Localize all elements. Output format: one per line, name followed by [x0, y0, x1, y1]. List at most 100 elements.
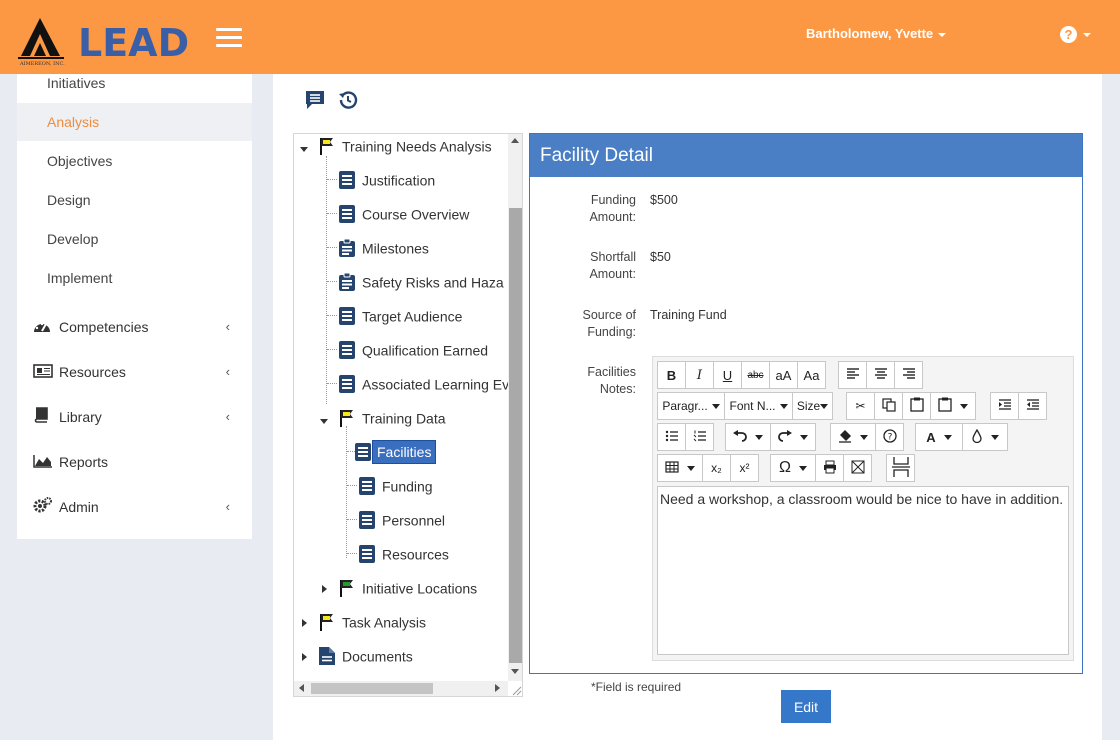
subscript-button[interactable]: x₂: [702, 454, 731, 482]
special-characters-dropdown[interactable]: Ω: [770, 454, 816, 482]
tree-item-facilities[interactable]: Facilities: [354, 438, 437, 465]
dashboard-icon: [33, 309, 53, 347]
tree-item-funding[interactable]: Funding: [358, 472, 433, 498]
scroll-thumb[interactable]: [311, 683, 433, 694]
scroll-down-arrow-icon[interactable]: [511, 669, 519, 674]
scroll-up-arrow-icon[interactable]: [511, 138, 519, 143]
scroll-left-arrow-icon[interactable]: [299, 684, 304, 692]
sidebar-item-initiatives[interactable]: Initiatives: [17, 64, 252, 102]
align-center-button[interactable]: [866, 361, 895, 389]
cut-button[interactable]: ✂: [846, 392, 875, 420]
source-of-funding-value: Training Fund: [650, 308, 727, 322]
sidebar-item-resources[interactable]: Resources ‹: [17, 353, 252, 391]
background-color-dropdown[interactable]: [962, 423, 1008, 451]
font-name-select[interactable]: Font N...: [724, 392, 793, 420]
underline-button[interactable]: U: [713, 361, 742, 389]
edit-button[interactable]: Edit: [781, 690, 831, 723]
font-size-select[interactable]: Size: [792, 392, 833, 420]
sidebar-item-design[interactable]: Design: [17, 181, 252, 219]
newspaper-icon: [33, 354, 53, 392]
tree-item-training-data[interactable]: Training Data: [338, 404, 446, 430]
tree-item-resources[interactable]: Resources: [358, 540, 449, 566]
redo-dropdown[interactable]: [770, 423, 816, 451]
redo-icon: [778, 429, 792, 445]
paste-button[interactable]: [902, 392, 931, 420]
align-right-button[interactable]: [894, 361, 923, 389]
paste-special-dropdown[interactable]: [930, 392, 976, 420]
collapse-toggle-icon[interactable]: [320, 419, 328, 424]
bulleted-list-button[interactable]: [657, 423, 686, 451]
indent-button[interactable]: [990, 392, 1019, 420]
chevron-left-icon: ‹: [225, 364, 230, 379]
bold-button[interactable]: B: [657, 361, 686, 389]
tree-horizontal-scrollbar[interactable]: [294, 681, 508, 696]
insert-table-dropdown[interactable]: [657, 454, 703, 482]
document-list-icon: [358, 544, 376, 564]
tree-item-safety-risks[interactable]: Safety Risks and Haza: [338, 268, 504, 294]
numbered-list-button[interactable]: [685, 423, 714, 451]
shortfall-amount-label: Shortfall Amount:: [589, 250, 636, 281]
sidebar-item-admin[interactable]: Admin ‹: [17, 488, 252, 526]
outdent-button[interactable]: [1018, 392, 1047, 420]
italic-button[interactable]: I: [685, 361, 714, 389]
tree-item-target-audience[interactable]: Target Audience: [338, 302, 462, 328]
page-break-button[interactable]: [886, 454, 915, 482]
toggle-case-button[interactable]: aA: [769, 361, 798, 389]
fullscreen-button[interactable]: [843, 454, 872, 482]
paragraph-format-select[interactable]: Paragr...: [657, 392, 725, 420]
hamburger-icon: [216, 28, 242, 31]
resize-grip-icon[interactable]: [511, 683, 522, 696]
undo-dropdown[interactable]: [725, 423, 771, 451]
expand-toggle-icon[interactable]: [302, 619, 307, 627]
sidebar-item-library[interactable]: Library ‹: [17, 398, 252, 436]
tree-item-justification[interactable]: Justification: [338, 166, 435, 192]
lead-logo[interactable]: LEAD AIMEREON, INC.: [18, 12, 198, 68]
paste-icon: [938, 397, 952, 415]
tree-item-personnel[interactable]: Personnel: [358, 506, 445, 532]
sidebar-item-objectives[interactable]: Objectives: [17, 142, 252, 180]
scroll-thumb[interactable]: [509, 208, 522, 663]
expand-toggle-icon[interactable]: [322, 585, 327, 593]
copy-button[interactable]: [874, 392, 903, 420]
print-icon: [823, 460, 837, 477]
scroll-right-arrow-icon[interactable]: [495, 684, 500, 692]
tree-item-qualification-earned[interactable]: Qualification Earned: [338, 336, 488, 362]
user-name: Bartholomew, Yvette: [806, 26, 934, 41]
tree-item-initiative-locations[interactable]: Initiative Locations: [338, 574, 477, 600]
align-left-button[interactable]: [838, 361, 867, 389]
tree-item-course-overview[interactable]: Course Overview: [338, 200, 469, 226]
align-right-icon: [902, 367, 916, 383]
help-button[interactable]: ?: [875, 423, 904, 451]
print-button[interactable]: [815, 454, 844, 482]
help-menu[interactable]: ?: [1060, 26, 1091, 43]
history-icon[interactable]: [337, 89, 359, 114]
tree-item-associated-learning[interactable]: Associated Learning Ev: [338, 370, 509, 396]
tree-item-training-needs-analysis[interactable]: Training Needs Analysis: [318, 134, 492, 158]
document-list-icon: [338, 340, 356, 360]
tree-vertical-scrollbar[interactable]: [508, 134, 522, 681]
comment-list-icon[interactable]: [305, 90, 325, 113]
tree-item-documents[interactable]: Documents: [318, 642, 413, 668]
superscript-button[interactable]: x²: [730, 454, 759, 482]
analysis-tree[interactable]: Training Needs Analysis Justification Co…: [293, 133, 523, 697]
sidebar-item-develop[interactable]: Develop: [17, 220, 252, 258]
tree-item-task-analysis[interactable]: Task Analysis: [318, 608, 426, 634]
font-color-dropdown[interactable]: A: [915, 423, 963, 451]
collapse-toggle-icon[interactable]: [300, 147, 308, 152]
facilities-notes-label: Facilities Notes:: [587, 365, 636, 396]
chevron-left-icon: ‹: [225, 409, 230, 424]
strikethrough-button[interactable]: abc: [741, 361, 770, 389]
caret-down-icon: [991, 434, 999, 440]
user-menu[interactable]: Bartholomew, Yvette: [806, 26, 947, 41]
svg-text:?: ?: [887, 432, 892, 442]
expand-toggle-icon[interactable]: [302, 653, 307, 661]
tree-item-milestones[interactable]: Milestones: [338, 234, 429, 260]
notes-editor-area[interactable]: Need a workshop, a classroom would be ni…: [657, 486, 1069, 655]
sidebar-item-implement[interactable]: Implement: [17, 259, 252, 297]
title-case-button[interactable]: Aa: [797, 361, 826, 389]
clear-format-dropdown[interactable]: [830, 423, 876, 451]
sidebar-item-reports[interactable]: Reports: [17, 443, 252, 481]
sidebar-item-analysis[interactable]: Analysis: [17, 103, 252, 141]
menu-toggle-button[interactable]: [216, 28, 242, 48]
sidebar-item-competencies[interactable]: Competencies ‹: [17, 308, 252, 346]
